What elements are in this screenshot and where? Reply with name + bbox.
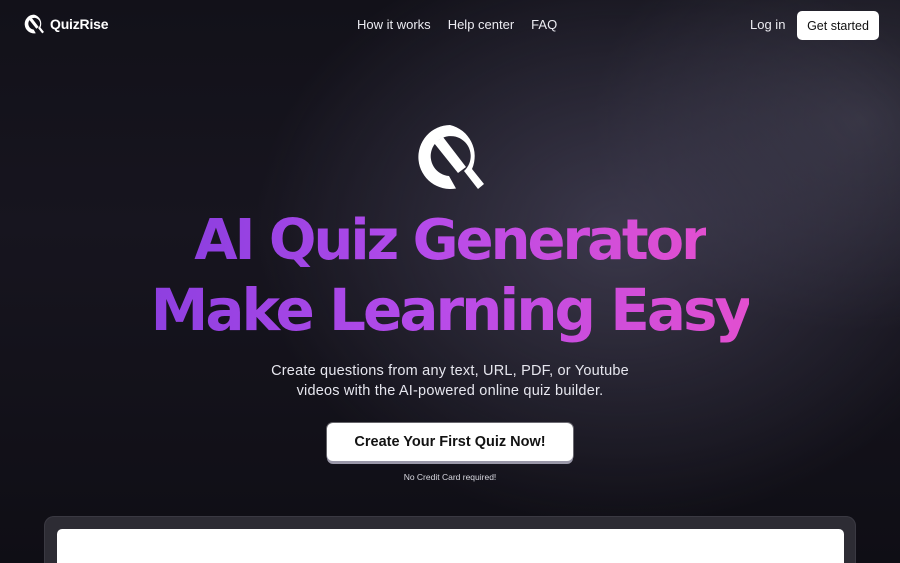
app-preview-screen <box>57 529 844 563</box>
headline-line-1-text: AI Quiz Generator <box>194 208 708 273</box>
brand-name: QuizRise <box>50 16 109 32</box>
nav-link-how-it-works[interactable]: How it works <box>357 17 431 32</box>
no-credit-card-note: No Credit Card required! <box>403 472 497 482</box>
headline-line-2-text: Make Learning Easy <box>150 276 753 344</box>
quizrise-logo-icon <box>24 14 44 34</box>
nav-links: How it works Help center FAQ <box>357 17 557 32</box>
headline-line-2: Make Learning Easy <box>0 281 900 339</box>
top-nav: QuizRise How it works Help center FAQ Lo… <box>0 0 900 50</box>
nav-link-help-center[interactable]: Help center <box>448 17 514 32</box>
nav-link-faq[interactable]: FAQ <box>531 17 557 32</box>
login-link[interactable]: Log in <box>750 17 785 32</box>
headline-line-1: AI Quiz Generator <box>0 213 900 269</box>
quizrise-logo-icon <box>418 125 484 189</box>
hero-subtitle-line-2: videos with the AI-powered online quiz b… <box>296 383 604 399</box>
brand-home-link[interactable]: QuizRise <box>24 14 109 34</box>
hero-subtitle-line-1: Create questions from any text, URL, PDF… <box>271 363 629 379</box>
get-started-button[interactable]: Get started <box>797 11 879 40</box>
hero-subtitle: Create questions from any text, URL, PDF… <box>0 361 900 401</box>
create-first-quiz-button[interactable]: Create Your First Quiz Now! <box>327 423 573 461</box>
